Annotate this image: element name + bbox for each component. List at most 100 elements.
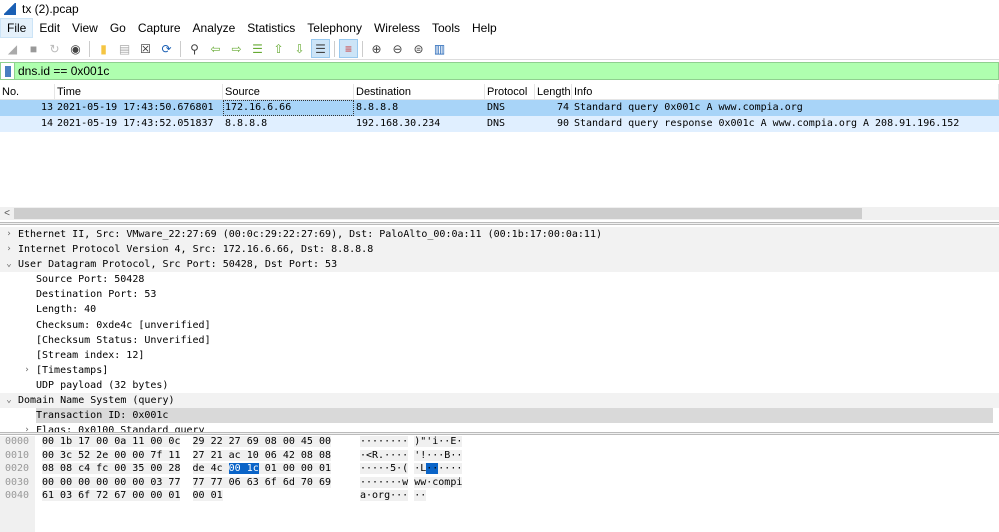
- hex-line[interactable]: 00 00 00 00 00 00 03 77 77 77 06 63 6f 6…: [42, 476, 332, 491]
- chevron-right-icon[interactable]: ›: [18, 423, 36, 432]
- menu-statistics[interactable]: Statistics: [241, 19, 301, 37]
- go-forward-icon[interactable]: ⇨: [227, 39, 246, 58]
- tree-item[interactable]: Transaction ID: 0x001c: [0, 408, 999, 424]
- menu-wireless[interactable]: Wireless: [368, 19, 426, 37]
- normal-size-icon[interactable]: ⊜: [409, 39, 428, 58]
- chevron-right-icon[interactable]: ›: [0, 227, 18, 242]
- hex-group: 00 1b 17 00 0a 11 00 0c: [42, 436, 181, 447]
- hex-line[interactable]: 08 08 c4 fc 00 35 00 28 de 4c 00 1c 01 0…: [42, 463, 332, 477]
- tree-item[interactable]: Destination Port: 53: [0, 287, 999, 302]
- cell-no: 13: [40, 102, 53, 113]
- chevron-down-icon[interactable]: ⌄: [0, 393, 18, 408]
- tree-item[interactable]: Source Port: 50428: [0, 272, 999, 287]
- tree-item-label: Destination Port: 53: [36, 289, 157, 301]
- tree-item[interactable]: › Ethernet II, Src: VMware_22:27:69 (00:0…: [0, 227, 999, 243]
- start-capture-icon[interactable]: ◢: [3, 39, 22, 58]
- tree-item[interactable]: Length: 40: [0, 302, 999, 317]
- zoom-in-icon[interactable]: ⊕: [367, 39, 386, 58]
- chevron-right-icon[interactable]: ›: [0, 242, 18, 257]
- menu-edit[interactable]: Edit: [33, 19, 66, 37]
- hex-offset: 0030: [5, 476, 30, 488]
- ascii-line[interactable]: ·····5·( ·L······: [360, 463, 463, 477]
- tree-item[interactable]: › Internet Protocol Version 4, Src: 172.1…: [0, 242, 999, 258]
- ascii-line[interactable]: ········ )"'i··E·: [360, 436, 463, 450]
- column-no[interactable]: No.: [0, 84, 55, 99]
- packet-details-tree: › Ethernet II, Src: VMware_22:27:69 (00:0…: [0, 227, 999, 432]
- menu-go[interactable]: Go: [104, 19, 132, 37]
- hex-offset: 0040: [5, 490, 30, 502]
- tree-item[interactable]: Checksum: 0xde4c [unverified]: [0, 318, 999, 333]
- menu-capture[interactable]: Capture: [132, 19, 187, 37]
- hex-group: 00 00 00 00 00 00 03 77: [42, 476, 181, 488]
- main-toolbar: ◢ ■ ↻ ◉ ▮ ▤ ☒ ⟳ ⚲ ⇦ ⇨ ☰ ⇧ ⇩ ☰ ≡ ⊕ ⊖ ⊜ ▥: [0, 38, 999, 60]
- bookmark-icon[interactable]: [1, 63, 15, 79]
- packet-bytes-pane: 0000 0010 0020 0030 0040 00 1b 17 00 0a 11 0…: [0, 436, 999, 532]
- tree-item-label: Checksum: 0xde4c [unverified]: [36, 319, 211, 331]
- packet-row[interactable]: 13 2021-05-19 17:43:50.676801 172.16.6.6…: [0, 100, 999, 116]
- column-source[interactable]: Source: [223, 84, 354, 99]
- ascii-group: ·····5·(: [360, 463, 409, 475]
- hex-line[interactable]: 00 3c 52 2e 00 00 7f 11 27 21 ac 10 06 4…: [42, 449, 332, 464]
- tree-item[interactable]: ⌄ User Datagram Protocol, Src Port: 50428…: [0, 257, 999, 273]
- menu-help[interactable]: Help: [466, 19, 503, 37]
- menu-analyze[interactable]: Analyze: [187, 19, 242, 37]
- column-info[interactable]: Info: [572, 84, 999, 99]
- chevron-right-icon[interactable]: ›: [18, 363, 36, 378]
- column-protocol[interactable]: Protocol: [485, 84, 535, 99]
- save-file-icon[interactable]: ▤: [115, 39, 134, 58]
- auto-scroll-icon[interactable]: ☰: [311, 39, 330, 58]
- hex-ascii: ········ )"'i··E· ·<R.···· '!···B·· ·····5…: [360, 436, 463, 504]
- hex-group: 00 3c 52 2e 00 00 7f 11: [42, 449, 181, 461]
- ascii-line[interactable]: ·······w ww·compi: [360, 476, 463, 491]
- tree-item[interactable]: › [Timestamps]: [0, 363, 999, 378]
- ascii-line[interactable]: a·org··· ··: [360, 490, 462, 504]
- colorize-icon[interactable]: ≡: [339, 39, 358, 58]
- menu-file[interactable]: File: [0, 18, 34, 38]
- tree-item[interactable]: [Stream index: 12]: [0, 348, 999, 363]
- open-file-icon[interactable]: ▮: [94, 39, 113, 58]
- chevron-down-icon[interactable]: ⌄: [0, 257, 18, 272]
- hex-line[interactable]: 61 03 6f 72 67 00 00 01 00 01: [42, 490, 331, 504]
- display-filter-input[interactable]: [15, 64, 915, 78]
- hex-group: 08 08 c4 fc 00 35 00 28: [42, 463, 181, 475]
- go-first-icon[interactable]: ⇧: [269, 39, 288, 58]
- zoom-out-icon[interactable]: ⊖: [388, 39, 407, 58]
- packet-list-horizontal-scrollbar[interactable]: <: [0, 207, 999, 220]
- menu-view[interactable]: View: [66, 19, 104, 37]
- toolbar-separator: [334, 40, 335, 57]
- tree-item[interactable]: [Checksum Status: Unverified]: [0, 333, 999, 348]
- cell-source: 8.8.8.8: [225, 118, 268, 129]
- packet-row[interactable]: 14 2021-05-19 17:43:52.051837 8.8.8.8 19…: [0, 116, 999, 132]
- scroll-left-icon[interactable]: <: [0, 208, 14, 219]
- menu-tools[interactable]: Tools: [426, 19, 466, 37]
- close-file-icon[interactable]: ☒: [136, 39, 155, 58]
- ascii-group: '!···B··: [414, 449, 463, 461]
- cell-no: 14: [40, 118, 53, 129]
- go-back-icon[interactable]: ⇦: [206, 39, 225, 58]
- tree-item-label: Transaction ID: 0x001c: [36, 408, 994, 424]
- column-length[interactable]: Length: [535, 84, 572, 99]
- capture-options-icon[interactable]: ◉: [66, 39, 85, 58]
- stop-capture-icon[interactable]: ■: [24, 39, 43, 58]
- hex-line[interactable]: 00 1b 17 00 0a 11 00 0c 29 22 27 69 08 0…: [42, 436, 332, 450]
- column-time[interactable]: Time: [55, 84, 223, 99]
- ascii-group: ww·compi: [414, 476, 463, 488]
- window-title: tx (2).pcap: [22, 2, 79, 16]
- find-packet-icon[interactable]: ⚲: [185, 39, 204, 58]
- column-destination[interactable]: Destination: [354, 84, 485, 99]
- cell-info: Standard query 0x001c A www.compia.org: [574, 102, 803, 113]
- pane-splitter[interactable]: [0, 432, 999, 435]
- ascii-line[interactable]: ·<R.···· '!···B··: [360, 449, 463, 464]
- scrollbar-thumb[interactable]: [14, 208, 862, 219]
- ascii-group: ·L······: [414, 463, 463, 475]
- restart-capture-icon[interactable]: ↻: [45, 39, 64, 58]
- tree-item[interactable]: ⌄ Domain Name System (query): [0, 393, 999, 409]
- go-last-icon[interactable]: ⇩: [290, 39, 309, 58]
- menu-telephony[interactable]: Telephony: [301, 19, 368, 37]
- resize-columns-icon[interactable]: ▥: [430, 39, 449, 58]
- reload-file-icon[interactable]: ⟳: [157, 39, 176, 58]
- tree-item[interactable]: UDP payload (32 bytes): [0, 378, 999, 393]
- tree-item[interactable]: › Flags: 0x0100 Standard query: [0, 423, 999, 432]
- pane-splitter[interactable]: [0, 222, 999, 225]
- go-to-packet-icon[interactable]: ☰: [248, 39, 267, 58]
